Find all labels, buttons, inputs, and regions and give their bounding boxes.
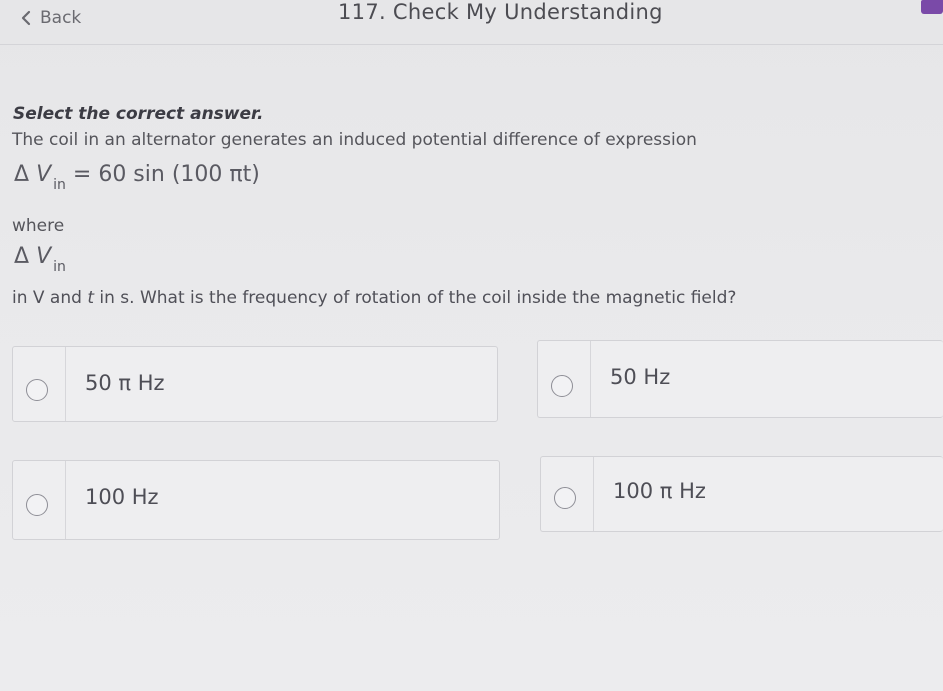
instruction-text: Select the correct answer.	[13, 104, 264, 124]
question-part1: in V and	[12, 288, 88, 308]
where-text: where	[12, 216, 65, 236]
radio-unchecked-icon[interactable]	[554, 487, 576, 509]
radio-unchecked-icon[interactable]	[551, 375, 573, 397]
back-label: Back	[40, 8, 82, 28]
radio-cell	[13, 347, 66, 421]
option-label: 50 π Hz	[85, 371, 165, 395]
question-prompt: The coil in an alternator generates an i…	[12, 130, 697, 150]
page-title: 117. Check My Understanding	[338, 0, 663, 24]
question-text: in V and t in s. What is the frequency o…	[12, 288, 736, 308]
radio-unchecked-icon[interactable]	[26, 379, 48, 401]
equation-v: V	[36, 162, 52, 187]
equation: Δ Vin = 60 sin (100 πt)	[14, 162, 260, 193]
radio-cell	[541, 457, 594, 531]
equation-delta: Δ	[14, 162, 30, 187]
radio-cell	[13, 461, 66, 539]
option-label: 100 π Hz	[613, 479, 706, 503]
equation-subscript: in	[53, 177, 66, 193]
top-bar: Back 117. Check My Understanding	[0, 0, 943, 45]
symbol-v: V	[36, 244, 52, 269]
equation-rhs: = 60 sin (100 πt)	[72, 162, 260, 187]
question-part2: in s. What is the frequency of rotation …	[94, 288, 737, 308]
symbol: Δ Vin	[14, 244, 66, 275]
answer-option-a[interactable]: 50 π Hz	[12, 346, 498, 422]
answer-option-b[interactable]: 50 Hz	[537, 340, 943, 418]
app-badge-icon[interactable]	[921, 0, 943, 14]
answer-option-d[interactable]: 100 π Hz	[540, 456, 943, 532]
symbol-delta: Δ	[14, 244, 30, 269]
option-label: 100 Hz	[85, 485, 159, 509]
radio-cell	[538, 341, 591, 417]
answer-option-c[interactable]: 100 Hz	[12, 460, 500, 540]
back-button[interactable]: Back	[20, 6, 81, 30]
question-t: t	[87, 288, 94, 308]
option-label: 50 Hz	[610, 365, 671, 389]
symbol-subscript: in	[53, 259, 66, 275]
chevron-left-icon	[21, 10, 31, 26]
radio-unchecked-icon[interactable]	[26, 494, 48, 516]
